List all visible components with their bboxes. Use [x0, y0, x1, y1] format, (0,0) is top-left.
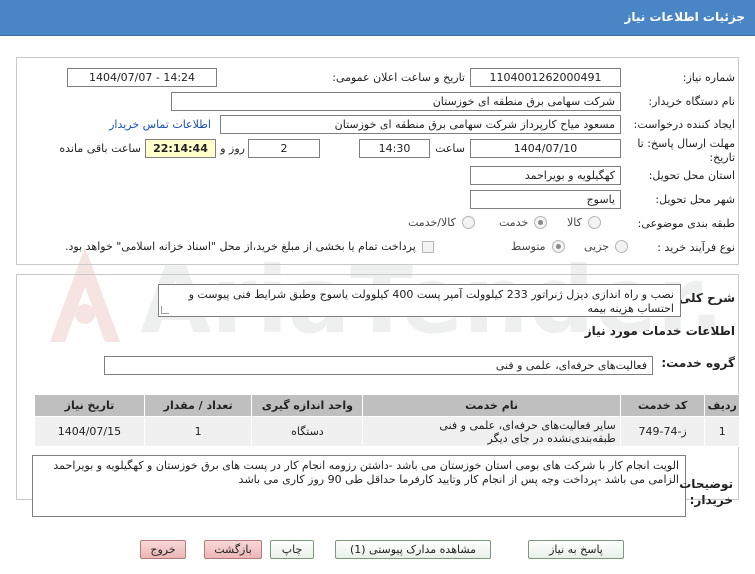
- summary-textarea[interactable]: نصب و راه اندازی دیزل ژنراتور 233 کیلوول…: [158, 284, 681, 317]
- remaining-time-field: 22:14:44: [145, 139, 216, 158]
- services-table: ردیف کد خدمت نام خدمت واحد اندازه گیری ت…: [34, 394, 740, 447]
- service-group-field: فعالیت‌های حرفه‌ای، علمی و فنی: [104, 356, 653, 375]
- creator-field: مسعود میاح کارپرداز شرکت سهامی برق منطقه…: [220, 115, 621, 134]
- days-label: روز و: [220, 142, 245, 155]
- buyer-field: شرکت سهامی برق منطقه ای خوزستان: [171, 92, 621, 111]
- creator-label: ایجاد کننده درخواست:: [633, 118, 735, 131]
- services-table-header: ردیف کد خدمت نام خدمت واحد اندازه گیری ت…: [34, 394, 740, 417]
- notes-label: توضیحات خریدار:: [679, 476, 733, 508]
- back-button[interactable]: بازگشت: [204, 540, 262, 559]
- deadline-time-label: ساعت: [435, 142, 465, 155]
- cell-row: 1: [704, 416, 740, 447]
- cell-date: 1404/07/15: [34, 416, 145, 447]
- col-unit: واحد اندازه گیری: [251, 394, 364, 417]
- process-label: نوع فرآیند خرید :: [657, 241, 735, 254]
- category-option-label: خدمت: [499, 216, 529, 229]
- col-name: نام خدمت: [362, 394, 621, 417]
- process-radio-medium[interactable]: [551, 240, 565, 253]
- cell-qty: 1: [143, 416, 253, 447]
- summary-text: نصب و راه اندازی دیزل ژنراتور 233 کیلوول…: [188, 288, 674, 315]
- table-row: 1 ز-74-749 سایر فعالیت‌های حرفه‌ای، علمی…: [34, 416, 740, 447]
- province-field: کهگیلویه و بویراحمد: [470, 166, 621, 185]
- deadline-time-field: 14:30: [359, 139, 430, 158]
- process-option-medium[interactable]: متوسط: [511, 240, 565, 253]
- category-option-both[interactable]: کالا/خدمت: [408, 216, 475, 229]
- col-code: کد خدمت: [619, 394, 706, 417]
- attachments-button[interactable]: مشاهده مدارک پیوستی (1): [335, 540, 491, 559]
- category-radio-goods[interactable]: [587, 216, 601, 229]
- cell-name: سایر فعالیت‌های حرفه‌ای، علمی و فنی طبقه…: [362, 416, 621, 447]
- treasury-checkbox[interactable]: [421, 240, 434, 253]
- resize-grip[interactable]: [161, 306, 169, 314]
- payment-note-row[interactable]: پرداخت تمام یا بخشی از مبلغ خرید،از محل …: [65, 240, 434, 253]
- announce-field: 1404/07/07 - 14:24: [67, 68, 217, 87]
- process-option-label: جزیی: [584, 240, 610, 253]
- payment-note: پرداخت تمام یا بخشی از مبلغ خرید،از محل …: [65, 240, 416, 253]
- deadline-label: مهلت ارسال پاسخ: تا تاریخ:: [633, 137, 735, 165]
- reply-button[interactable]: پاسخ به نیاز: [528, 540, 624, 559]
- notes-textarea[interactable]: الویت انجام کار با شرکت های بومی استان خ…: [32, 455, 686, 517]
- category-option-label: کالا/خدمت: [408, 216, 456, 229]
- col-qty: تعداد / مقدار: [143, 394, 253, 417]
- exit-button[interactable]: خروج: [140, 540, 186, 559]
- col-row: ردیف: [704, 394, 740, 417]
- buyer-label: نام دستگاه خریدار:: [648, 95, 735, 108]
- notes-label-text: توضیحات خریدار:: [679, 477, 733, 507]
- need-number-label: شماره نیاز:: [682, 71, 735, 84]
- category-label: طبقه بندی موضوعی:: [637, 217, 735, 230]
- category-option-goods[interactable]: کالا: [567, 216, 601, 229]
- announce-label: تاریخ و ساعت اعلان عمومی:: [332, 71, 465, 84]
- buyer-contact-link[interactable]: اطلاعات تماس خریدار: [109, 118, 211, 131]
- services-title: اطلاعات خدمات مورد نیاز: [584, 324, 735, 338]
- city-label: شهر محل تحویل:: [655, 193, 735, 206]
- process-option-minor[interactable]: جزیی: [584, 240, 629, 253]
- remaining-label: ساعت باقی مانده: [59, 142, 141, 155]
- category-radio-both[interactable]: [461, 216, 475, 229]
- print-button[interactable]: چاپ: [270, 540, 314, 559]
- need-info-panel: [16, 57, 739, 265]
- header-bar: جزئیات اطلاعات نیاز: [0, 0, 755, 36]
- category-option-label: کالا: [567, 216, 582, 229]
- page-title: جزئیات اطلاعات نیاز: [624, 10, 745, 24]
- province-label: استان محل تحویل:: [648, 169, 735, 182]
- category-option-service[interactable]: خدمت: [499, 216, 548, 229]
- process-radio-minor[interactable]: [615, 240, 629, 253]
- process-option-label: متوسط: [511, 240, 546, 253]
- notes-text: الویت انجام کار با شرکت های بومی استان خ…: [53, 459, 679, 486]
- category-radio-service[interactable]: [534, 216, 548, 229]
- cell-unit: دستگاه: [251, 416, 364, 447]
- city-field: یاسوج: [470, 190, 621, 209]
- need-number-field: 1104001262000491: [470, 68, 621, 87]
- cell-code: ز-74-749: [619, 416, 706, 447]
- deadline-date-field: 1404/07/10: [470, 139, 621, 158]
- service-group-label: گروه خدمت:: [661, 356, 735, 370]
- col-date: تاریخ نیاز: [34, 394, 145, 417]
- remaining-days-field: 2: [248, 139, 320, 158]
- deadline-label-text: مهلت ارسال پاسخ: تا تاریخ:: [637, 137, 735, 164]
